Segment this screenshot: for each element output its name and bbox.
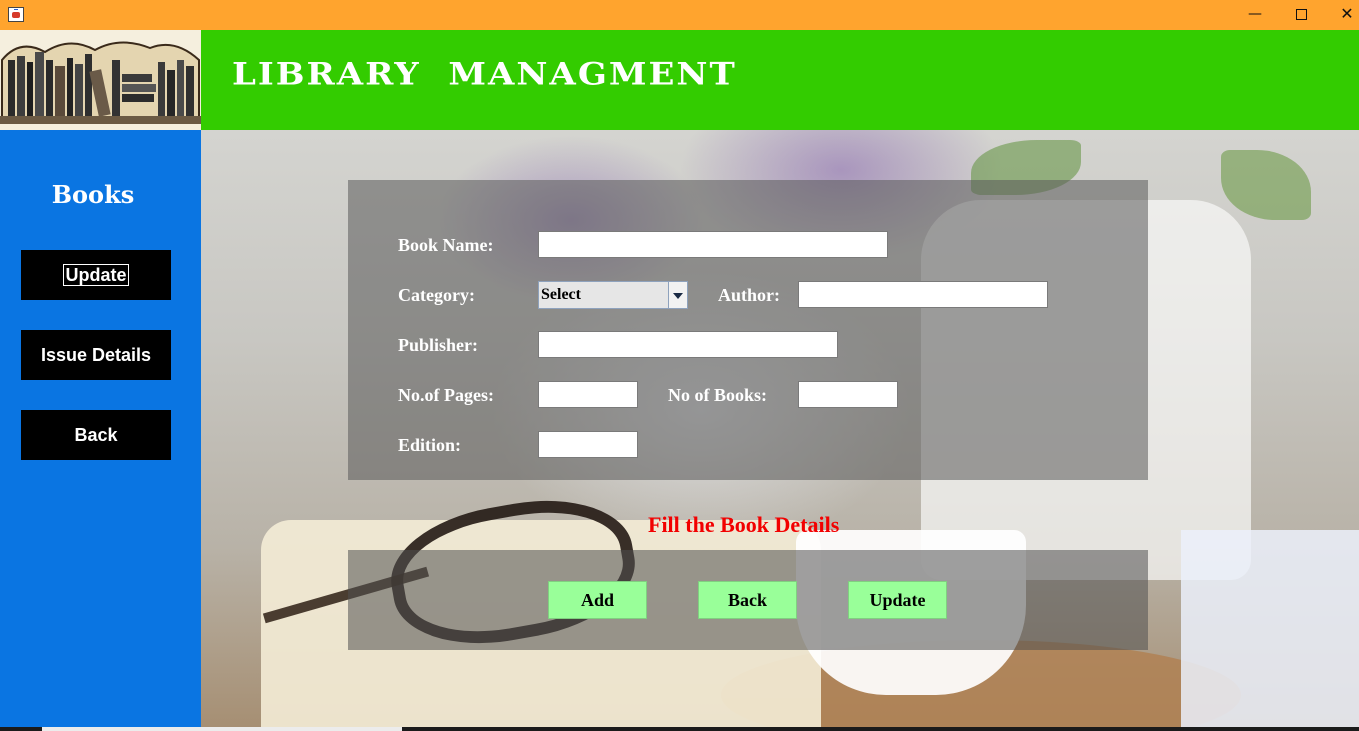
sidebar-back-button[interactable]: Back bbox=[21, 410, 171, 460]
pages-label: No.of Pages: bbox=[398, 385, 494, 405]
bookshelf-logo-image bbox=[0, 30, 201, 130]
book-name-input[interactable] bbox=[538, 231, 888, 258]
leaf-shape bbox=[1221, 150, 1311, 220]
status-message: Fill the Book Details bbox=[648, 512, 840, 537]
publisher-input[interactable] bbox=[538, 331, 838, 358]
sidebar-issue-details-button[interactable]: Issue Details bbox=[21, 330, 171, 380]
books-count-input[interactable] bbox=[798, 381, 898, 408]
cloth-shape bbox=[1181, 530, 1359, 727]
bookshelf-logo bbox=[0, 30, 201, 130]
pages-input[interactable] bbox=[538, 381, 638, 408]
taskbar-strip bbox=[0, 727, 1359, 731]
book-name-label: Book Name: bbox=[398, 235, 494, 255]
sidebar-update-label: Update bbox=[63, 264, 129, 286]
category-select[interactable]: Select bbox=[538, 281, 688, 309]
add-button[interactable]: Add bbox=[548, 581, 647, 619]
category-selected-value: Select bbox=[541, 286, 581, 303]
edition-input[interactable] bbox=[538, 431, 638, 458]
title-bar: — ✕ bbox=[0, 0, 1359, 30]
book-form-panel bbox=[348, 180, 1148, 480]
books-count-label: No of Books: bbox=[668, 385, 768, 405]
publisher-label: Publisher: bbox=[398, 335, 479, 355]
chevron-down-icon[interactable] bbox=[668, 282, 687, 308]
maximize-button[interactable] bbox=[1278, 0, 1324, 30]
author-label: Author: bbox=[718, 285, 780, 305]
maximize-icon bbox=[1295, 8, 1307, 20]
edition-label: Edition: bbox=[398, 435, 462, 455]
close-button[interactable]: ✕ bbox=[1324, 0, 1359, 30]
update-button[interactable]: Update bbox=[848, 581, 947, 619]
java-cup-icon bbox=[8, 7, 24, 22]
minimize-button[interactable]: — bbox=[1232, 0, 1278, 30]
back-button[interactable]: Back bbox=[698, 581, 797, 619]
sidebar-update-button[interactable]: Update bbox=[21, 250, 171, 300]
app-title: LIBRARY MANAGMENT bbox=[232, 56, 737, 93]
author-input[interactable] bbox=[798, 281, 1048, 308]
sidebar-title: Books bbox=[51, 180, 135, 209]
category-label: Category: bbox=[398, 285, 475, 305]
